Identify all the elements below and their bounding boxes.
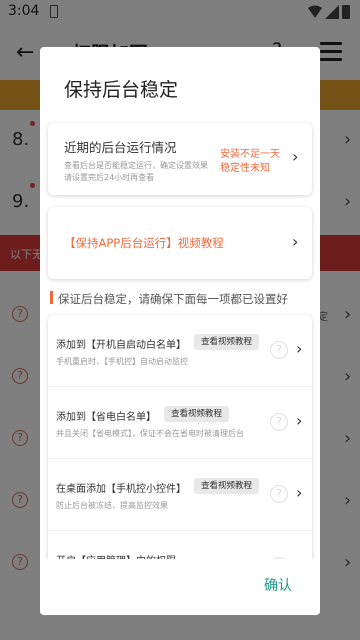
chevron-right-icon: › [296, 411, 303, 430]
list-item[interactable]: 添加到【省电白名单】 查看视频教程 并且关闭【省电模式】，保证不会在省电时被清理… [48, 387, 312, 459]
status-card-desc: 查看后台是否能稳定运行，确定设置效果 [64, 161, 208, 170]
view-video-button[interactable]: 查看视频教程 [194, 334, 260, 350]
status-card-desc: 请设置完后24小时再查看 [64, 173, 155, 182]
list-item[interactable]: 在桌面添加【手机控小控件】 查看视频教程 防止后台被冻结，提高监控效果 ? › [48, 459, 312, 531]
video-tutorial-card[interactable]: 【保持APP后台运行】视频教程 › [48, 207, 312, 279]
background-status-card[interactable]: 近期的后台运行情况 查看后台是否能稳定运行，确定设置效果 请设置完后24小时再查… [48, 123, 312, 195]
chevron-right-icon: › [296, 483, 303, 502]
chevron-right-icon: › [292, 147, 299, 166]
keep-background-dialog: 保持后台稳定 近期的后台运行情况 查看后台是否能稳定运行，确定设置效果 请设置完… [40, 47, 320, 615]
chevron-right-icon: › [296, 339, 303, 358]
item-title: 在桌面添加【手机控小控件】 [56, 484, 186, 495]
item-title: 添加到【开机自启动白名单】 [56, 340, 186, 351]
question-icon[interactable]: ? [270, 341, 288, 359]
dialog-title: 保持后台稳定 [64, 79, 179, 101]
section-accent-bar [50, 291, 53, 304]
section-header: 保证后台稳定，请确保下面每一项都已设置好 [48, 287, 312, 309]
question-icon[interactable]: ? [270, 413, 288, 431]
dialog-footer: 确认 [40, 559, 320, 615]
section-title: 保证后台稳定，请确保下面每一项都已设置好 [58, 292, 288, 306]
view-video-button[interactable]: 查看视频教程 [194, 478, 260, 494]
status-warning: 稳定性未知 [220, 163, 270, 174]
confirm-button[interactable]: 确认 [264, 575, 292, 595]
status-card-title: 近期的后台运行情况 [64, 140, 177, 155]
item-title: 添加到【省电白名单】 [56, 412, 156, 423]
item-desc: 手机重启时，【手机控】自动启动监控 [56, 357, 188, 366]
question-icon[interactable]: ? [270, 485, 288, 503]
video-tutorial-label: 【保持APP后台运行】视频教程 [64, 236, 224, 250]
view-video-button[interactable]: 查看视频教程 [164, 406, 230, 422]
list-item[interactable]: 添加到【开机自启动白名单】 查看视频教程 手机重启时，【手机控】自动启动监控 ?… [48, 315, 312, 387]
chevron-right-icon: › [292, 232, 299, 251]
item-desc: 防止后台被冻结，提高监控效果 [56, 501, 168, 510]
status-warning: 安装不足一天 [220, 149, 280, 160]
item-desc: 并且关闭【省电模式】，保证不会在省电时被清理后台 [56, 429, 244, 438]
